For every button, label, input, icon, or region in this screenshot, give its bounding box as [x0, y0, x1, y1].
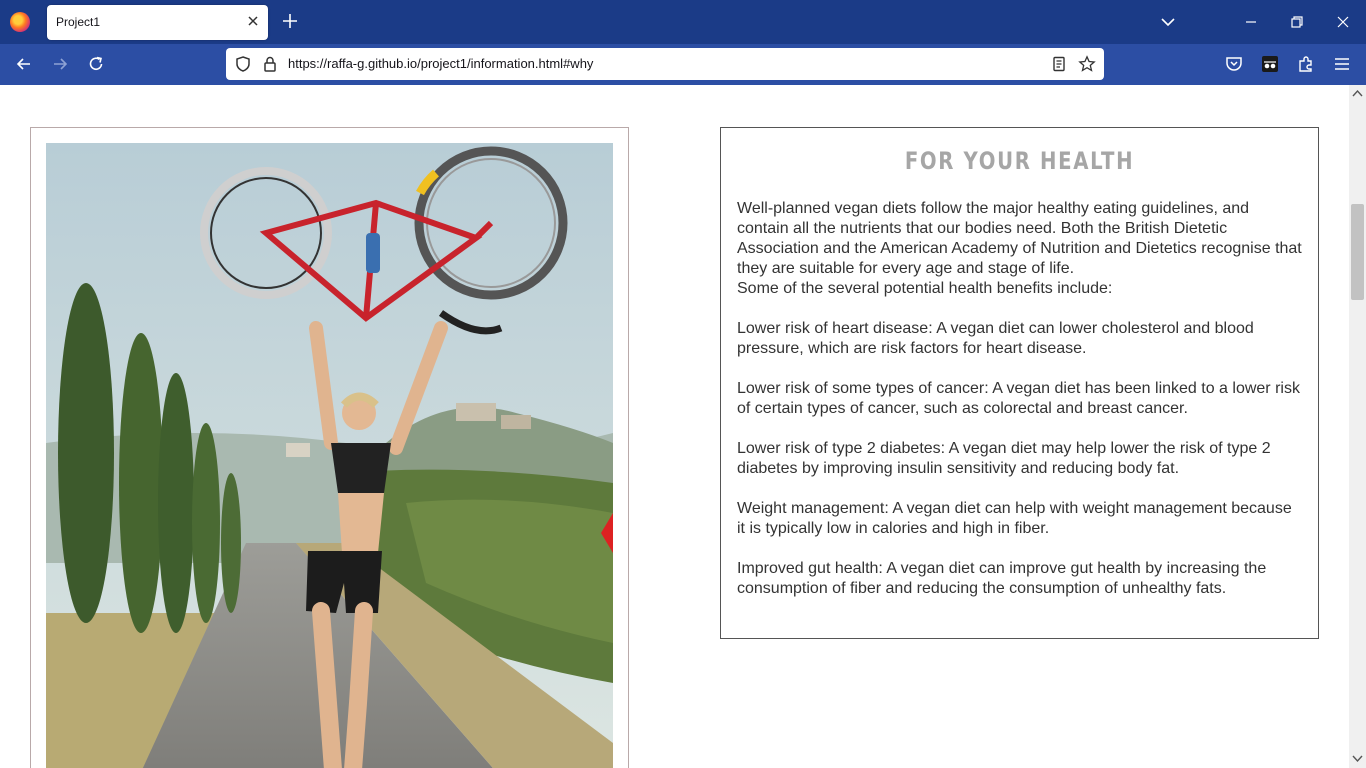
shield-icon[interactable] [234, 55, 252, 73]
close-window-icon[interactable] [1333, 12, 1353, 32]
list-tabs-chevron-down-icon[interactable] [1158, 12, 1178, 32]
pocket-icon[interactable] [1224, 54, 1244, 74]
close-tab-icon[interactable] [246, 14, 260, 28]
extensions-puzzle-icon[interactable] [1296, 54, 1316, 74]
benefit-item: Weight management: A vegan diet can help… [737, 500, 1292, 537]
scroll-down-arrow-icon[interactable] [1352, 755, 1363, 763]
intro-paragraph: Well-planned vegan diets follow the majo… [737, 200, 1302, 277]
lock-icon[interactable] [261, 55, 279, 73]
tab-bar: Project1 [0, 0, 1366, 44]
cyclist-photo [46, 143, 613, 768]
benefit-item: Improved gut health: A vegan diet can im… [737, 560, 1267, 597]
benefit-item: Lower risk of type 2 diabetes: A vegan d… [737, 440, 1271, 477]
intro-lead-in: Some of the several potential health ben… [737, 280, 1113, 297]
scrollbar-thumb[interactable] [1351, 204, 1364, 300]
health-info-text: Well-planned vegan diets follow the majo… [737, 199, 1303, 599]
reload-icon[interactable] [86, 54, 106, 74]
minimize-icon[interactable] [1241, 12, 1261, 32]
tab-project1[interactable]: Project1 [47, 5, 268, 40]
tab-title: Project1 [56, 15, 101, 29]
firefox-logo-icon[interactable] [10, 12, 30, 32]
reader-view-icon[interactable] [1050, 55, 1068, 73]
navigation-toolbar: https://raffa-g.github.io/project1/infor… [0, 44, 1366, 85]
cyclist-photo-illustration [46, 143, 613, 768]
url-text[interactable]: https://raffa-g.github.io/project1/infor… [288, 56, 593, 71]
forward-arrow-icon[interactable] [50, 54, 70, 74]
back-arrow-icon[interactable] [14, 54, 34, 74]
restore-icon[interactable] [1287, 12, 1307, 32]
vertical-scrollbar[interactable] [1349, 85, 1366, 768]
benefit-item: Lower risk of some types of cancer: A ve… [737, 380, 1300, 417]
new-tab-icon[interactable] [281, 12, 299, 30]
menu-hamburger-icon[interactable] [1332, 54, 1352, 74]
address-bar[interactable]: https://raffa-g.github.io/project1/infor… [226, 48, 1104, 80]
page-viewport: FOR YOUR HEALTH Well-planned vegan diets… [0, 85, 1349, 768]
section-title: FOR YOUR HEALTH [904, 147, 1135, 175]
health-info-card: FOR YOUR HEALTH Well-planned vegan diets… [720, 127, 1319, 639]
scroll-up-arrow-icon[interactable] [1352, 89, 1363, 97]
private-extension-icon[interactable] [1260, 54, 1280, 74]
bookmark-star-icon[interactable] [1078, 55, 1096, 73]
image-frame [30, 127, 629, 768]
benefit-item: Lower risk of heart disease: A vegan die… [737, 320, 1254, 357]
